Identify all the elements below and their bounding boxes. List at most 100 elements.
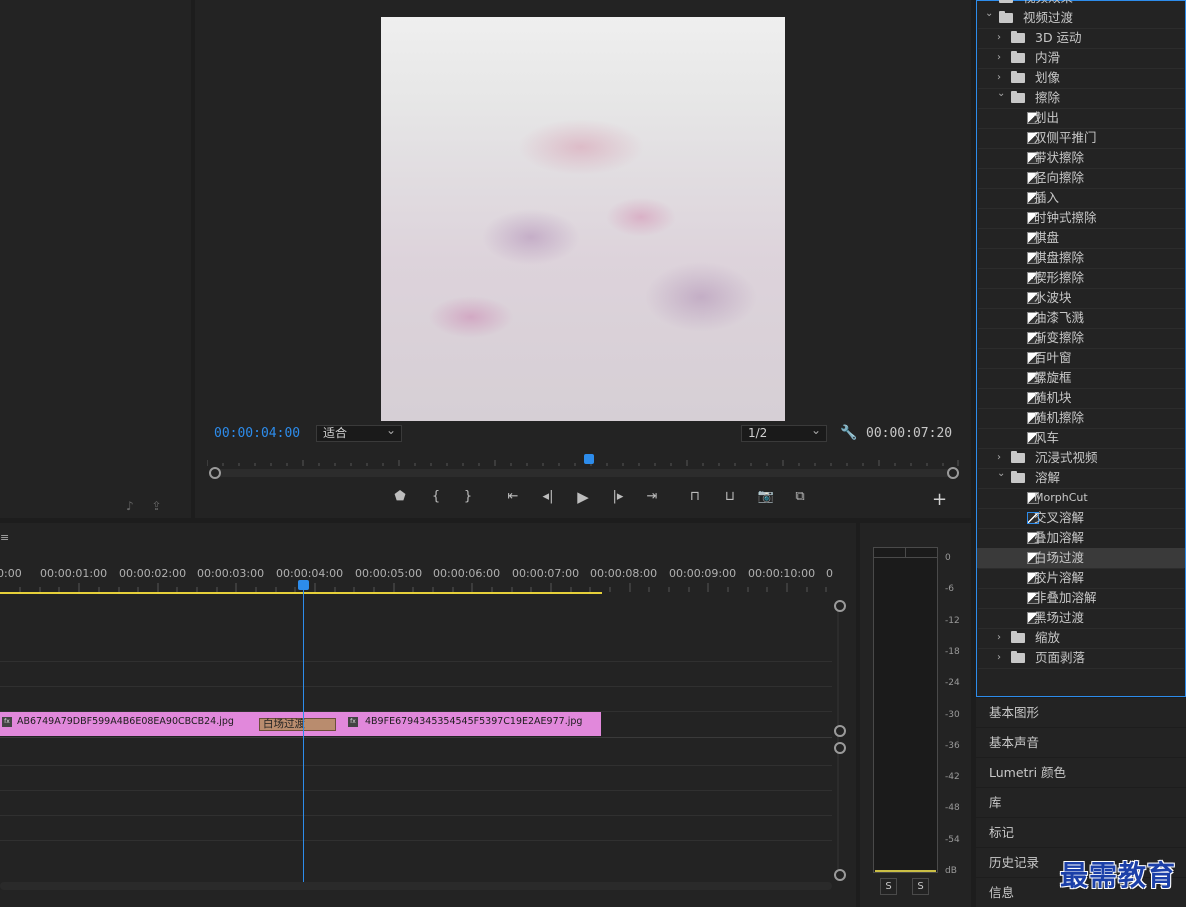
step-back-icon[interactable]: ◂|: [539, 488, 557, 506]
insert-audio-icon[interactable]: ♪: [126, 499, 134, 513]
tree-folder[interactable]: › 沉浸式视频: [977, 448, 1185, 468]
tree-item[interactable]: 交叉溶解: [977, 508, 1185, 528]
chevron-right-icon[interactable]: ›: [997, 648, 1001, 668]
program-zoom-scrollbar[interactable]: [213, 469, 953, 477]
video-scroll-top-handle[interactable]: [834, 600, 846, 612]
tree-item[interactable]: 随机擦除: [977, 408, 1185, 428]
tree-item[interactable]: 非叠加溶解: [977, 588, 1185, 608]
timeline-clip[interactable]: fx 4B9FE6794345354545F5397C19E2AE977.jpg: [337, 712, 601, 736]
tree-item[interactable]: 叠加溶解: [977, 528, 1185, 548]
tree-label: 叠加溶解: [1034, 530, 1085, 545]
transition-block[interactable]: 白场过渡: [259, 718, 336, 731]
tree-folder[interactable]: › 缩放: [977, 628, 1185, 648]
tree-item[interactable]: 渐变擦除: [977, 328, 1185, 348]
tree-item[interactable]: MorphCut: [977, 488, 1185, 508]
go-to-out-icon[interactable]: ⇥: [643, 488, 661, 506]
timeline-clip[interactable]: fx AB6749A79DBF599A4B6E08EA90CBCB24.jpg: [0, 712, 258, 736]
video-scroll-bottom-handle[interactable]: [834, 725, 846, 737]
tree-item[interactable]: 棋盘擦除: [977, 248, 1185, 268]
go-to-in-icon[interactable]: ⇤: [504, 488, 522, 506]
tree-label: 3D 运动: [1035, 30, 1082, 45]
meter-scale-label: -18: [945, 646, 960, 657]
program-playhead[interactable]: [584, 454, 594, 464]
play-icon[interactable]: ▶: [574, 488, 592, 506]
tree-item[interactable]: 双侧平推门: [977, 128, 1185, 148]
tree-label: 棋盘: [1034, 230, 1060, 245]
lift-icon[interactable]: ⊓: [686, 488, 704, 506]
chevron-right-icon[interactable]: ›: [997, 628, 1001, 648]
ruler-label: 0: [826, 567, 833, 580]
playback-resolution-label: 1/2: [748, 426, 768, 440]
tree-item[interactable]: 水波块: [977, 288, 1185, 308]
tree-item[interactable]: 插入: [977, 188, 1185, 208]
tree-label: 水波块: [1034, 290, 1072, 305]
tree-label: 渐变擦除: [1034, 330, 1085, 345]
tree-item[interactable]: 随机块: [977, 388, 1185, 408]
tree-item[interactable]: 划出: [977, 108, 1185, 128]
chevron-down-icon[interactable]: ⌄: [997, 84, 1005, 104]
tree-item[interactable]: 百叶窗: [977, 348, 1185, 368]
tree-item[interactable]: 螺旋框: [977, 368, 1185, 388]
tree-folder[interactable]: › 3D 运动: [977, 28, 1185, 48]
fit-zoom-dropdown[interactable]: 适合: [316, 423, 402, 442]
chevron-down-icon[interactable]: ⌄: [985, 4, 993, 24]
tree-folder[interactable]: ⌄ 溶解: [977, 468, 1185, 488]
timeline-vertical-scrollbar[interactable]: [837, 606, 839, 876]
tree-item[interactable]: 胶片溶解: [977, 568, 1185, 588]
tree-folder[interactable]: › 内滑: [977, 48, 1185, 68]
tree-folder[interactable]: ⌄ 视频过渡: [977, 8, 1185, 28]
tree-item[interactable]: 带状擦除: [977, 148, 1185, 168]
solo-left-button[interactable]: S: [880, 878, 897, 895]
work-area-bar[interactable]: [0, 592, 602, 594]
panel-tab-essential-graphics[interactable]: 基本图形: [976, 698, 1186, 727]
tree-label: 螺旋框: [1034, 370, 1072, 385]
tree-folder[interactable]: ⌄ 擦除: [977, 88, 1185, 108]
add-marker-icon[interactable]: ⬟: [391, 488, 409, 506]
scrollbar-right-handle[interactable]: [947, 467, 959, 479]
panel-tab-lumetri-color[interactable]: Lumetri 颜色: [976, 758, 1186, 787]
chevron-right-icon[interactable]: ›: [997, 48, 1001, 68]
tree-folder[interactable]: › 页面剥落: [977, 648, 1185, 668]
extract-icon[interactable]: ⊔: [721, 488, 739, 506]
meter-scale-label: -24: [945, 678, 960, 689]
tree-item[interactable]: 时钟式擦除: [977, 208, 1185, 228]
tree-item[interactable]: 风车: [977, 428, 1185, 448]
panel-tab-essential-sound[interactable]: 基本声音: [976, 728, 1186, 757]
track-divider: [0, 815, 832, 816]
button-editor-add-icon[interactable]: +: [932, 489, 947, 510]
mark-out-icon[interactable]: }: [459, 488, 477, 506]
panel-tab-libraries[interactable]: 库: [976, 788, 1186, 817]
playback-resolution-dropdown[interactable]: 1/2: [741, 423, 827, 442]
tree-item[interactable]: 径向擦除: [977, 168, 1185, 188]
tree-row-video-effects[interactable]: › 视频效果: [977, 0, 1185, 8]
scrollbar-left-handle[interactable]: [209, 467, 221, 479]
timeline-horizontal-scrollbar[interactable]: [0, 882, 832, 890]
timeline-playhead[interactable]: [298, 580, 309, 590]
meter-scale-label: 0: [945, 553, 951, 563]
export-frame-icon[interactable]: ⇪: [152, 499, 162, 513]
mark-in-icon[interactable]: {: [427, 488, 445, 506]
tree-label: 时钟式擦除: [1034, 210, 1097, 225]
tree-label: 交叉溶解: [1034, 510, 1085, 525]
tree-item[interactable]: 楔形擦除: [977, 268, 1185, 288]
chevron-down-icon[interactable]: ⌄: [997, 464, 1005, 484]
tree-item[interactable]: 油漆飞溅: [977, 308, 1185, 328]
current-timecode[interactable]: 00:00:04:00: [214, 426, 300, 441]
tree-item[interactable]: 棋盘: [977, 228, 1185, 248]
export-frame-camera-icon[interactable]: 📷: [757, 488, 775, 506]
tree-item[interactable]: 黑场过渡: [977, 608, 1185, 628]
step-forward-icon[interactable]: |▸: [609, 488, 627, 506]
tree-item[interactable]: 白场过渡: [977, 548, 1185, 568]
comparison-view-icon[interactable]: ⧉: [791, 488, 809, 506]
chevron-right-icon[interactable]: ›: [997, 28, 1001, 48]
timeline-playhead-line: [303, 588, 304, 882]
solo-right-button[interactable]: S: [912, 878, 929, 895]
tree-folder[interactable]: › 划像: [977, 68, 1185, 88]
panel-tab-markers[interactable]: 标记: [976, 818, 1186, 847]
program-time-ruler[interactable]: [207, 452, 959, 466]
audio-scroll-bottom-handle[interactable]: [834, 869, 846, 881]
source-monitor-panel: ♪ ⇪: [0, 0, 191, 518]
timeline-menu-icon[interactable]: ≡: [0, 531, 9, 544]
wrench-icon[interactable]: 🔧: [840, 425, 857, 441]
audio-scroll-top-handle[interactable]: [834, 742, 846, 754]
